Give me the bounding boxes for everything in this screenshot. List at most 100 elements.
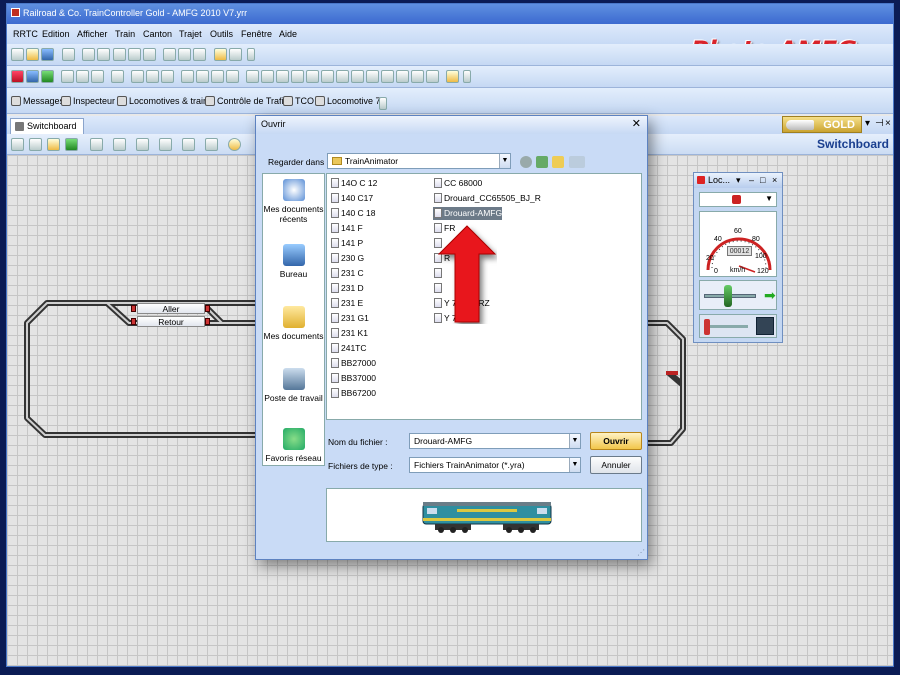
list-item[interactable]: 241TC — [330, 342, 367, 355]
tool2-icon[interactable] — [113, 138, 126, 151]
switch-icon[interactable] — [181, 70, 194, 83]
link3-icon[interactable] — [396, 70, 409, 83]
color-icon[interactable] — [65, 138, 78, 151]
go-icon[interactable] — [41, 70, 54, 83]
route5-icon[interactable] — [306, 70, 319, 83]
route4-icon[interactable] — [291, 70, 304, 83]
tool5-icon[interactable] — [182, 138, 195, 151]
block3-icon[interactable] — [161, 70, 174, 83]
menu-edition[interactable]: Edition — [42, 29, 70, 39]
text-icon[interactable] — [163, 48, 176, 61]
link2-icon[interactable] — [381, 70, 394, 83]
properties-icon[interactable] — [193, 48, 206, 61]
loco-minimize-icon[interactable]: – — [749, 173, 754, 187]
grid-icon[interactable] — [91, 70, 104, 83]
options-icon[interactable] — [229, 48, 242, 61]
circle-icon[interactable] — [228, 138, 241, 151]
toolbar-overflow-icon[interactable] — [247, 48, 255, 61]
place-desktop[interactable]: Bureau — [263, 244, 324, 279]
tools-icon[interactable] — [214, 48, 227, 61]
tab-close-icon[interactable]: × — [885, 118, 891, 129]
place-recent[interactable]: Mes documents récents — [263, 179, 324, 224]
list-item[interactable]: 231 C — [330, 267, 364, 280]
paste-icon[interactable] — [143, 48, 156, 61]
emergency-stop-icon[interactable] — [11, 70, 24, 83]
list-item[interactable]: 231 G1 — [330, 312, 369, 325]
sound-icon[interactable] — [446, 70, 459, 83]
open-folder-icon[interactable] — [26, 48, 39, 61]
inspecteur-button[interactable]: Inspecteur — [61, 96, 115, 106]
controle-trafic-button[interactable]: Contrôle de Trafic — [205, 96, 288, 106]
tco-button[interactable]: TCO — [283, 96, 314, 106]
pencil-icon[interactable] — [111, 70, 124, 83]
tool6-icon[interactable] — [205, 138, 218, 151]
switch3-icon[interactable] — [211, 70, 224, 83]
draw-track-icon[interactable] — [29, 138, 42, 151]
connect-icon[interactable] — [26, 70, 39, 83]
print-icon[interactable] — [62, 48, 75, 61]
layout-icon[interactable] — [76, 70, 89, 83]
list-item[interactable]: 231 E — [330, 297, 363, 310]
locomotives-trains-button[interactable]: Locomotives & trains — [117, 96, 213, 106]
menu-rrtc[interactable]: RRTC — [13, 29, 38, 39]
list-item[interactable]: BB37000 — [330, 372, 376, 385]
list-item[interactable]: Drouard_CC65505_BJ_R — [433, 192, 541, 205]
signal-icon[interactable] — [205, 318, 210, 325]
list-item[interactable]: 141 F — [330, 222, 363, 235]
link-icon[interactable] — [366, 70, 379, 83]
signal-icon[interactable] — [205, 305, 210, 312]
zoom-icon[interactable] — [11, 138, 24, 151]
look-in-combo[interactable]: TrainAnimator ▼ — [327, 153, 511, 169]
cut-icon[interactable] — [113, 48, 126, 61]
block2-icon[interactable] — [146, 70, 159, 83]
view-menu-icon[interactable] — [569, 156, 585, 168]
throttle-slider[interactable]: ➡ — [699, 280, 777, 310]
route2-icon[interactable] — [261, 70, 274, 83]
back-icon[interactable] — [520, 156, 532, 168]
throttle-knob[interactable] — [724, 285, 732, 307]
redo-icon[interactable] — [97, 48, 110, 61]
signal-icon[interactable] — [131, 305, 136, 312]
gold-edition-button[interactable]: GOLD — [782, 116, 862, 133]
tab-pin-icon[interactable]: ⊣ — [875, 118, 884, 129]
list-item-selected[interactable]: Drouard-AMFG — [433, 207, 503, 220]
list-item[interactable]: 140 C17 — [330, 192, 373, 205]
function-keys-icon[interactable] — [756, 317, 774, 335]
menu-trajet[interactable]: Trajet — [179, 29, 202, 39]
image-tool-icon[interactable] — [351, 70, 364, 83]
locomotive-selector[interactable]: ▼ — [699, 192, 777, 207]
signal-icon[interactable] — [131, 318, 136, 325]
menu-fenetre[interactable]: Fenêtre — [241, 29, 272, 39]
tool3-icon[interactable] — [136, 138, 149, 151]
toolbar3-overflow-icon[interactable] — [379, 97, 387, 110]
direction-arrow-icon[interactable]: ➡ — [764, 288, 776, 302]
list-item[interactable]: 231 K1 — [330, 327, 368, 340]
copy-icon[interactable] — [128, 48, 141, 61]
edit-icon[interactable] — [178, 48, 191, 61]
block-icon[interactable] — [131, 70, 144, 83]
save-icon[interactable] — [41, 48, 54, 61]
switch4-icon[interactable] — [226, 70, 239, 83]
open-button[interactable]: Ouvrir — [590, 432, 642, 450]
loco-maximize-icon[interactable]: □ — [760, 173, 765, 187]
up-folder-icon[interactable] — [536, 156, 548, 168]
filename-input[interactable]: Drouard-AMFG ▼ — [409, 433, 581, 449]
line-icon[interactable] — [90, 138, 103, 151]
place-network[interactable]: Favoris réseau — [263, 428, 324, 463]
place-computer[interactable]: Poste de travail — [263, 368, 324, 403]
clock-icon[interactable] — [426, 70, 439, 83]
undo-icon[interactable] — [82, 48, 95, 61]
paint-icon[interactable] — [47, 138, 60, 151]
close-icon[interactable]: ✕ — [632, 119, 641, 130]
messages-button[interactable]: Messages — [11, 96, 64, 106]
new-icon[interactable] — [11, 48, 24, 61]
menu-canton[interactable]: Canton — [143, 29, 172, 39]
route3-icon[interactable] — [276, 70, 289, 83]
route6-icon[interactable] — [321, 70, 334, 83]
resize-grip-icon[interactable]: ⋰ — [637, 548, 645, 557]
list-item[interactable]: 231 D — [330, 282, 364, 295]
hourglass-icon[interactable] — [61, 70, 74, 83]
list-item[interactable]: BB67200 — [330, 387, 376, 400]
brake-knob[interactable] — [704, 319, 710, 335]
menu-outils[interactable]: Outils — [210, 29, 233, 39]
